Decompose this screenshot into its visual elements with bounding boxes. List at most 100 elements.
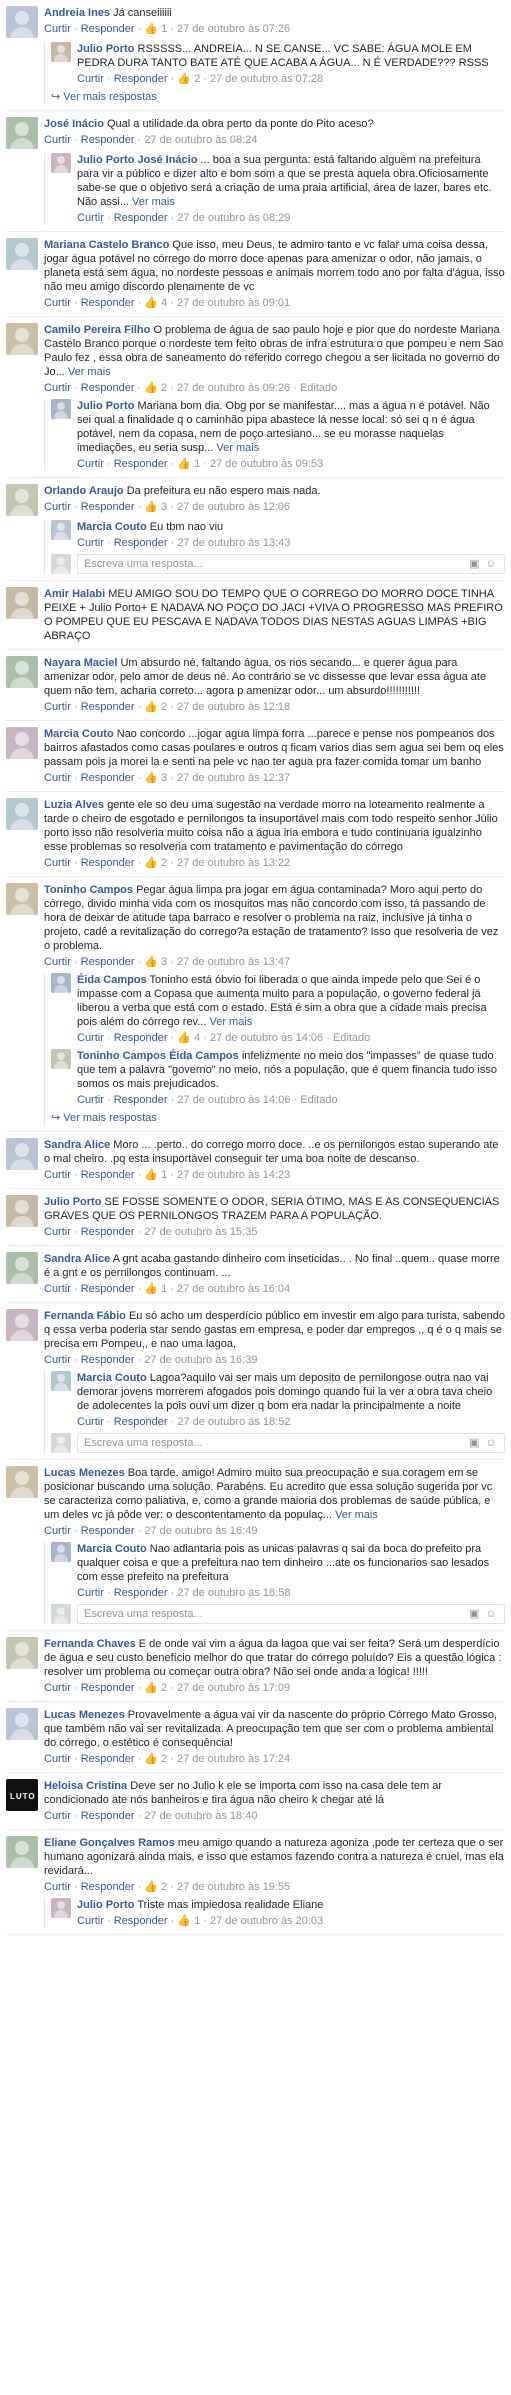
author-name[interactable]: Sandra Alice [44,1253,110,1265]
mention-link[interactable]: Éida Campos [169,1050,239,1062]
comment-timestamp[interactable]: 27 de outubro às 14:06 [210,1032,323,1044]
mention-link[interactable]: José Inácio [138,154,198,166]
reply-button[interactable]: Responder [81,1525,135,1537]
like-count[interactable]: 4 [158,297,167,309]
comment-timestamp[interactable]: 27 de outubro às 12:18 [177,701,290,713]
comment-timestamp[interactable]: 27 de outubro às 16:04 [177,1283,290,1295]
comment-timestamp[interactable]: 27 de outubro às 16:49 [144,1525,257,1537]
comment-timestamp[interactable]: 27 de outubro às 12:06 [177,501,290,513]
comment-timestamp[interactable]: 27 de outubro às 18:52 [177,1416,290,1428]
comment-timestamp[interactable]: 27 de outubro às 15:35 [144,1226,257,1238]
avatar-marcia-couto[interactable] [51,520,71,540]
reply-input[interactable] [77,554,505,574]
reply-button[interactable]: Responder [81,297,135,309]
avatar-amir-halabi[interactable] [6,587,38,619]
reply-button[interactable]: Responder [114,73,168,85]
avatar-luzia-alves[interactable] [6,798,38,830]
like-button[interactable]: Curtir [77,73,104,85]
like-button[interactable]: Curtir [44,1169,71,1181]
comment-timestamp[interactable]: 27 de outubro às 17:09 [177,1682,290,1694]
reply-button[interactable]: Responder [81,1810,135,1822]
like-count[interactable]: 2 [158,1753,167,1765]
like-count[interactable]: 2 [158,701,167,713]
see-more-link[interactable]: Ver mais [132,196,175,208]
see-more-link[interactable]: Ver mais [209,1016,252,1028]
reply-button[interactable]: Responder [81,701,135,713]
author-name[interactable]: Orlando Araujo [44,485,124,497]
author-name[interactable]: Marcia Couto [44,728,114,740]
reply-button[interactable]: Responder [114,537,168,549]
comment-timestamp[interactable]: 27 de outubro às 09:01 [177,297,290,309]
like-count[interactable]: 2 [158,382,167,394]
author-name[interactable]: Marcia Couto [77,1543,147,1555]
avatar-toninho-campos[interactable] [6,883,38,915]
like-button[interactable]: Curtir [77,1416,104,1428]
like-button[interactable]: Curtir [77,212,104,224]
like-count[interactable]: 3 [158,772,167,784]
like-button[interactable]: Curtir [77,458,104,470]
avatar-lucas-menezes[interactable] [6,1466,38,1498]
like-count[interactable]: 1 [191,458,200,470]
author-name[interactable]: Julio Porto [44,1196,101,1208]
reply-button[interactable]: Responder [114,1032,168,1044]
avatar-marcia-couto[interactable] [51,1542,71,1562]
comment-timestamp[interactable]: 27 de outubro às 16:39 [144,1354,257,1366]
author-name[interactable]: Eliane Gonçalves Ramos [44,1837,175,1849]
comment-timestamp[interactable]: 27 de outubro às 18:58 [177,1587,290,1599]
avatar-jos-in-cio[interactable] [6,117,38,149]
emoji-icon[interactable]: ☺ [485,1607,496,1621]
reply-button[interactable]: Responder [81,1283,135,1295]
comment-timestamp[interactable]: 27 de outubro às 08:24 [144,134,257,146]
author-name[interactable]: Mariana Castelo Branco [44,239,169,251]
comment-timestamp[interactable]: 27 de outubro às 13:47 [177,956,290,968]
like-button[interactable]: Curtir [44,1753,71,1765]
camera-icon[interactable]: ▣ [469,557,479,571]
reply-button[interactable]: Responder [81,1682,135,1694]
reply-button[interactable]: Responder [81,382,135,394]
reply-button[interactable]: Responder [81,1354,135,1366]
author-name[interactable]: Toninho Campos [77,1050,166,1062]
like-button[interactable]: Curtir [44,1881,71,1893]
author-name[interactable]: Julio Porto [77,1899,134,1911]
like-button[interactable]: Curtir [44,857,71,869]
author-name[interactable]: Camilo Pereira Filho [44,324,150,336]
like-button[interactable]: Curtir [44,1354,71,1366]
avatar-camilo-pereira-filho[interactable] [6,323,38,355]
like-button[interactable]: Curtir [77,1587,104,1599]
author-name[interactable]: Marcia Couto [77,1372,147,1384]
avatar-orlando-araujo[interactable] [6,484,38,516]
author-name[interactable]: Toninho Campos [44,884,133,896]
view-more-replies-link[interactable]: ↪ Ver mais respostas [51,90,505,104]
avatar-eliane-gon-alves-ramos[interactable] [6,1836,38,1868]
like-button[interactable]: Curtir [44,1283,71,1295]
avatar-julio-porto[interactable] [51,153,71,173]
reply-button[interactable]: Responder [81,772,135,784]
comment-timestamp[interactable]: 27 de outubro às 14:06 [177,1094,290,1106]
avatar-sandra-alice[interactable] [6,1252,38,1284]
like-count[interactable]: 1 [158,1283,167,1295]
reply-button[interactable]: Responder [81,857,135,869]
author-name[interactable]: Julio Porto [77,400,134,412]
comment-timestamp[interactable]: 27 de outubro às 08:29 [177,212,290,224]
avatar-lucas-menezes[interactable] [6,1708,38,1740]
see-more-link[interactable]: Ver mais [335,1509,378,1521]
avatar-toninho-campos[interactable] [51,1049,71,1069]
avatar-andreia-ines[interactable] [6,6,38,38]
reply-button[interactable]: Responder [114,212,168,224]
reply-button[interactable]: Responder [114,1587,168,1599]
avatar-julio-porto[interactable] [51,42,71,62]
author-name[interactable]: Heloisa Cristina [44,1780,127,1792]
avatar-mariana-castelo-branco[interactable] [6,238,38,270]
like-count[interactable]: 1 [158,23,167,35]
like-button[interactable]: Curtir [44,23,71,35]
like-button[interactable]: Curtir [44,701,71,713]
reply-button[interactable]: Responder [114,1915,168,1927]
avatar-marcia-couto[interactable] [51,1371,71,1391]
author-name[interactable]: José Inácio [44,118,104,130]
like-button[interactable]: Curtir [44,772,71,784]
edited-label[interactable]: Editado [300,1094,337,1106]
like-count[interactable]: 3 [158,956,167,968]
avatar--ida-campos[interactable] [51,973,71,993]
like-count[interactable]: 1 [158,1169,167,1181]
avatar-fernanda-f-bio[interactable] [6,1309,38,1341]
